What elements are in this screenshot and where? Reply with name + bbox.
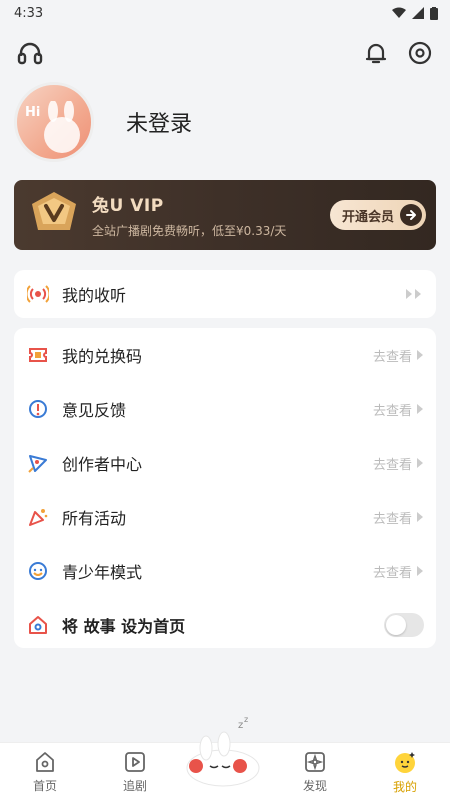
set-homepage-toggle[interactable] — [384, 613, 424, 637]
view-more-label: 去查看 — [372, 349, 412, 365]
login-label[interactable]: 未登录 — [126, 106, 192, 138]
home-pin-icon — [26, 613, 50, 637]
top-bar — [0, 26, 450, 80]
vip-banner[interactable]: 兔U VIP 全站广播剧免费畅听，低至¥0.33/天 开通会员 — [14, 180, 436, 250]
profile-section[interactable]: Hi 未登录 — [0, 80, 450, 164]
double-chevron-icon — [404, 285, 424, 304]
list-item-label: 创作者中心 — [62, 455, 143, 474]
view-more-link[interactable]: 去查看 — [373, 346, 424, 365]
toggle-knob — [386, 615, 406, 635]
vip-title: 兔U VIP — [92, 196, 164, 216]
nav-home[interactable]: 首页 — [0, 743, 90, 800]
nav-label: 首页 — [32, 778, 57, 793]
view-more-label: 去查看 — [372, 511, 412, 527]
nav-label: 追剧 — [122, 778, 147, 793]
arrow-right-icon — [400, 204, 422, 226]
bell-icon[interactable] — [362, 39, 390, 67]
list-item-label: 所有活动 — [62, 509, 127, 528]
nav-label: 我的 — [392, 779, 417, 794]
sleeping-bunny-mascot-icon[interactable]: z z — [178, 714, 268, 790]
status-time: 4:33 — [14, 5, 44, 21]
nav-label: 发现 — [302, 778, 327, 793]
chevron-right-icon — [417, 404, 423, 414]
list-item-label: 青少年模式 — [62, 563, 143, 582]
svg-text:z: z — [244, 715, 248, 724]
set-homepage-label: 将 故事 设为首页 — [62, 617, 186, 636]
vip-diamond-icon — [32, 192, 76, 230]
nav-mine[interactable]: 我的 — [360, 743, 450, 800]
ticket-icon — [26, 343, 50, 367]
list-item-teen-mode[interactable]: 青少年模式 去查看 — [14, 544, 436, 598]
chevron-right-icon — [417, 512, 423, 522]
creator-icon — [26, 451, 50, 475]
vip-subtitle: 全站广播剧免费畅听，低至¥0.33/天 — [92, 224, 287, 238]
list-item-creator-center[interactable]: 创作者中心 去查看 — [14, 436, 436, 490]
svg-text:z: z — [238, 720, 243, 731]
nav-follow[interactable]: 追剧 — [90, 743, 180, 800]
nav-discover[interactable]: 发现 — [270, 743, 360, 800]
feedback-icon — [26, 397, 50, 421]
settings-list: 我的兑换码 去查看 意见反馈 去查看 创作者中心 去查看 所有活动 去查看 青少… — [14, 328, 436, 648]
view-more-label: 去查看 — [372, 565, 412, 581]
discover-icon — [305, 751, 325, 772]
chevron-right-icon — [417, 458, 423, 468]
view-more-label: 去查看 — [372, 457, 412, 473]
status-icons — [392, 6, 438, 20]
my-listening-label: 我的收听 — [62, 286, 127, 305]
avatar[interactable]: Hi — [14, 82, 94, 162]
wifi-icon — [392, 7, 406, 18]
mine-face-icon — [395, 751, 415, 773]
home-icon — [36, 751, 54, 772]
my-listening-row[interactable]: 我的收听 — [14, 270, 436, 318]
bunny-avatar-icon — [44, 101, 80, 153]
view-more-link[interactable]: 去查看 — [373, 562, 424, 581]
open-membership-label: 开通会员 — [341, 209, 394, 225]
list-item-activities[interactable]: 所有活动 去查看 — [14, 490, 436, 544]
view-more-label: 去查看 — [372, 403, 412, 419]
list-item-feedback[interactable]: 意见反馈 去查看 — [14, 382, 436, 436]
list-item-label: 我的兑换码 — [62, 347, 143, 366]
teen-mode-icon — [26, 559, 50, 583]
headphones-icon[interactable] — [16, 39, 44, 67]
chevron-right-icon — [417, 566, 423, 576]
list-item-set-homepage: 将 故事 设为首页 — [14, 598, 436, 652]
view-more-link[interactable]: 去查看 — [373, 454, 424, 473]
list-item-label: 意见反馈 — [62, 401, 127, 420]
view-more-link[interactable]: 去查看 — [373, 400, 424, 419]
play-icon — [125, 751, 145, 772]
party-icon — [26, 505, 50, 529]
list-item-redeem-code[interactable]: 我的兑换码 去查看 — [14, 328, 436, 382]
battery-icon — [430, 6, 438, 20]
open-membership-button[interactable]: 开通会员 — [329, 200, 426, 230]
chevron-right-icon — [417, 350, 423, 360]
radio-icon — [26, 282, 50, 306]
signal-icon — [412, 7, 424, 19]
status-bar: 4:33 — [0, 0, 450, 26]
view-more-link[interactable]: 去查看 — [373, 508, 424, 527]
settings-icon[interactable] — [406, 39, 434, 67]
